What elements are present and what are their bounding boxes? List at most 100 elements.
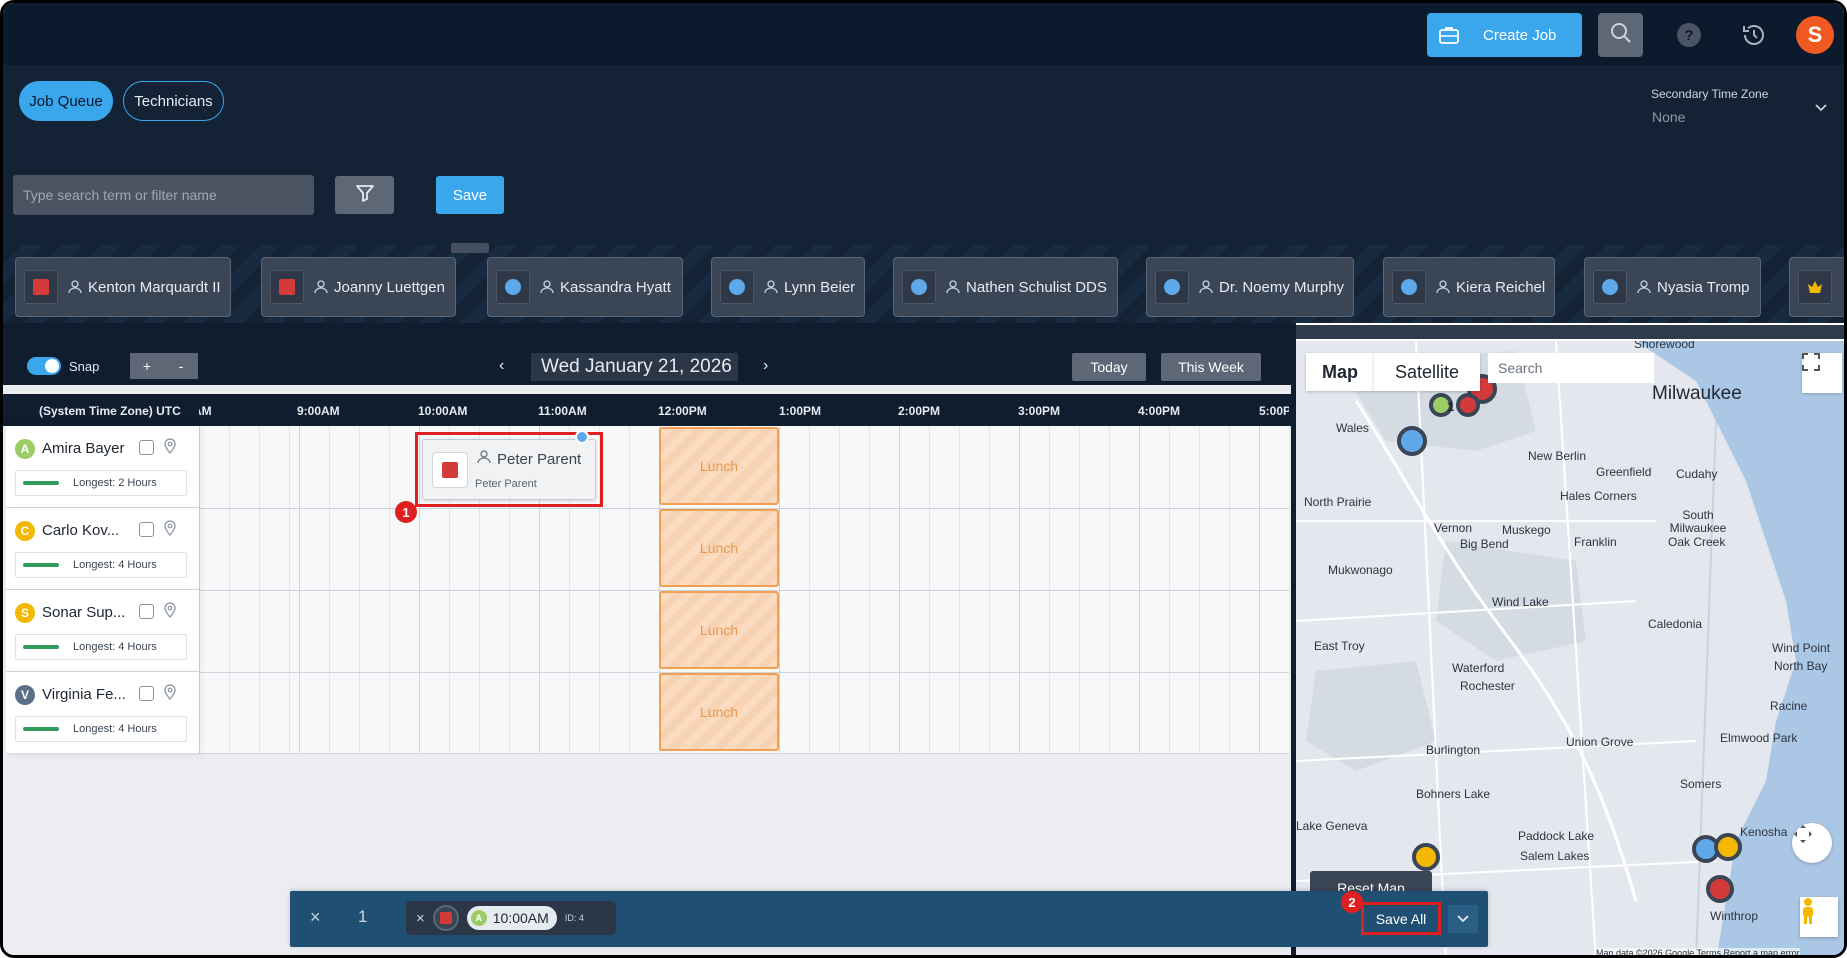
schedule-grid[interactable]: Lunch Lunch Lunch Lunch — [199, 426, 1289, 754]
user-avatar[interactable]: S — [1796, 16, 1834, 54]
today-button[interactable]: Today — [1072, 353, 1146, 381]
date-display[interactable]: Wed January 21, 2026 — [531, 353, 738, 381]
map-pin-icon[interactable] — [164, 438, 176, 459]
search-icon — [1610, 22, 1632, 49]
tech-row-sonar[interactable]: S Sonar Sup... Longest: 4 Hours — [6, 590, 199, 672]
map-city-label: Wind Lake — [1492, 595, 1549, 609]
prev-day-button[interactable]: ‹ — [499, 357, 504, 375]
job-unassign-dot[interactable] — [575, 430, 589, 444]
app-window: Create Job ? S Job Queue Technicians Sec… — [0, 0, 1847, 958]
save-all-highlight: Save All — [1361, 902, 1441, 935]
fullscreen-icon[interactable] — [1802, 353, 1842, 393]
tech-card-nyasia[interactable]: Nyasia Tromp — [1584, 257, 1761, 317]
funnel-icon — [355, 183, 375, 208]
lunch-block[interactable]: Lunch — [659, 427, 779, 505]
tech-card-kenton[interactable]: Kenton Marquardt II — [15, 257, 231, 317]
map-attribution[interactable]: Map data ©2026 Google Terms Report a map… — [1596, 948, 1800, 955]
map-pan-icon[interactable] — [1792, 823, 1832, 863]
map-city-label: Oak Creek — [1668, 535, 1726, 549]
map-city-label: Muskego — [1502, 523, 1551, 537]
save-filter-button[interactable]: Save — [436, 176, 504, 214]
tech-card-kiera[interactable]: Kiera Reichel — [1383, 257, 1555, 317]
map-tab-satellite[interactable]: Satellite — [1374, 353, 1480, 391]
map-city-label: Big Bend — [1460, 537, 1509, 551]
map-panel[interactable]: Map Satellite 1 Shorewood Milwaukee Wale… — [1296, 341, 1844, 955]
tech-card-partial[interactable] — [1789, 257, 1844, 317]
secondary-tz-label: Secondary Time Zone — [1651, 87, 1769, 101]
map-city-label: North Prairie — [1304, 495, 1372, 509]
lunch-block[interactable]: Lunch — [659, 591, 779, 669]
filter-search-input[interactable] — [13, 175, 314, 215]
person-icon — [764, 280, 778, 294]
map-city-label: Shorewood — [1634, 341, 1695, 351]
tech-row-checkbox[interactable] — [139, 440, 154, 455]
map-pin-icon[interactable] — [164, 520, 176, 541]
tech-card-name: Lynn Beier — [784, 278, 856, 296]
tab-technicians[interactable]: Technicians — [123, 81, 224, 121]
chip-id: ID: 4 — [564, 913, 584, 923]
chip-close-icon[interactable]: × — [416, 910, 425, 927]
tech-card-joanny[interactable]: Joanny Luettgen — [261, 257, 456, 317]
status-indicator — [1593, 270, 1627, 304]
chevron-down-icon[interactable] — [1815, 99, 1827, 117]
tech-initial-badge: V — [15, 685, 35, 705]
tab-job-queue[interactable]: Job Queue — [19, 81, 113, 121]
map-cluster-count[interactable]: 1 — [1447, 399, 1454, 414]
tech-row-amira[interactable]: A Amira Bayer Longest: 2 Hours — [6, 426, 199, 508]
tech-row-virginia[interactable]: V Virginia Fe... Longest: 4 Hours — [6, 672, 199, 754]
lunch-block[interactable]: Lunch — [659, 673, 779, 751]
help-icon[interactable]: ? — [1677, 23, 1701, 47]
tech-card-name: Kenton Marquardt II — [88, 278, 221, 296]
tech-card-name: Nyasia Tromp — [1657, 278, 1750, 296]
job-card-highlight: Peter Parent Peter Parent — [415, 432, 603, 507]
zoom-in-button[interactable]: + — [130, 353, 164, 379]
tech-card-name: Kassandra Hyatt — [560, 278, 671, 296]
tech-name: Carlo Kov... — [42, 522, 120, 539]
tech-row-carlo[interactable]: C Carlo Kov... Longest: 4 Hours — [6, 508, 199, 590]
tech-initial-badge: S — [15, 603, 35, 623]
job-card[interactable]: Peter Parent Peter Parent — [422, 439, 596, 500]
this-week-button[interactable]: This Week — [1161, 353, 1261, 381]
tech-card-lynn[interactable]: Lynn Beier — [711, 257, 865, 317]
lunch-block[interactable]: Lunch — [659, 509, 779, 587]
map-pin-icon[interactable] — [164, 684, 176, 705]
pending-changes-bar: × 1 × A 10:00AM ID: 4 Save All — [290, 891, 1488, 947]
callout-badge: 1 — [395, 501, 417, 523]
search-button[interactable] — [1598, 13, 1643, 57]
snap-toggle[interactable] — [27, 357, 61, 375]
tech-row-checkbox[interactable] — [139, 604, 154, 619]
map-city-label: Greenfield — [1596, 465, 1652, 479]
time-label: 12:00PM — [658, 404, 707, 418]
tech-row-checkbox[interactable] — [139, 522, 154, 537]
tech-row-checkbox[interactable] — [139, 686, 154, 701]
map-city-label: Vernon — [1434, 521, 1473, 535]
pending-change-chip[interactable]: × A 10:00AM ID: 4 — [406, 901, 616, 935]
next-day-button[interactable]: › — [763, 357, 768, 375]
zoom-out-button[interactable]: - — [164, 353, 198, 379]
map-city-label: Winthrop — [1710, 909, 1759, 923]
tech-card-nathen[interactable]: Nathen Schulist DDS — [893, 257, 1118, 317]
close-icon[interactable]: × — [310, 907, 321, 928]
save-all-button[interactable]: Save All — [1366, 907, 1436, 930]
time-label: 10:00AM — [418, 404, 468, 418]
tech-card-noemy[interactable]: Dr. Noemy Murphy — [1146, 257, 1354, 317]
tech-name: Sonar Sup... — [42, 604, 126, 621]
map-tab-map[interactable]: Map — [1306, 353, 1374, 391]
drag-handle[interactable] — [451, 243, 489, 253]
status-indicator — [902, 270, 936, 304]
map-city-label: Wales — [1336, 421, 1369, 435]
map-pin-icon[interactable] — [164, 602, 176, 623]
map-search-input[interactable] — [1488, 353, 1654, 383]
chevron-down-icon[interactable] — [1448, 905, 1478, 933]
tech-card-kassandra[interactable]: Kassandra Hyatt — [487, 257, 683, 317]
map-city-label: Franklin — [1574, 535, 1617, 549]
street-view-pegman-icon[interactable] — [1800, 897, 1838, 937]
filter-button[interactable] — [335, 176, 394, 214]
map-city-label: Paddock Lake — [1518, 829, 1595, 843]
history-icon[interactable] — [1739, 20, 1769, 50]
person-icon — [1436, 280, 1450, 294]
time-label: 11:00AM — [538, 404, 587, 418]
longest-label: Longest: 4 Hours — [73, 641, 157, 653]
secondary-tz-select[interactable]: None — [1652, 109, 1685, 125]
create-job-button[interactable]: Create Job — [1427, 13, 1582, 57]
